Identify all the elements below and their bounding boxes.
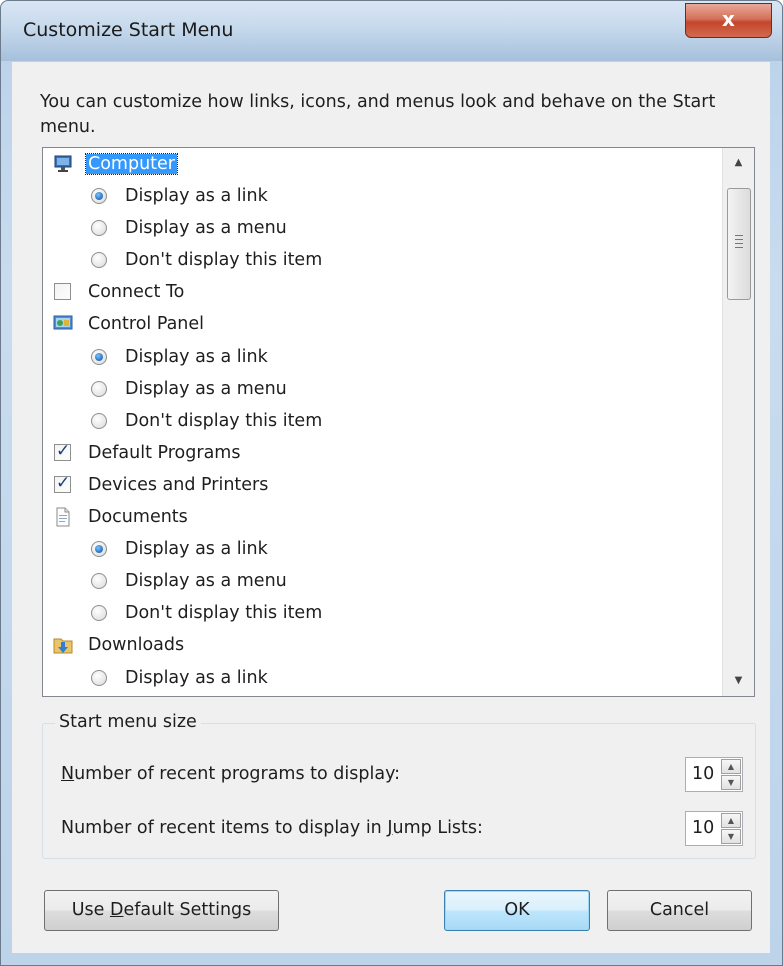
item-label: Devices and Printers: [88, 474, 269, 495]
recent-programs-label-post: umber of recent programs to display:: [74, 764, 401, 784]
scroll-up-arrow-icon[interactable]: ▲: [723, 148, 754, 178]
list-item[interactable]: Downloads: [43, 630, 721, 662]
item-label: Documents: [88, 507, 188, 528]
radio-button[interactable]: [91, 380, 107, 397]
item-label: Display as a link: [125, 667, 268, 688]
recent-programs-value[interactable]: 10: [692, 764, 714, 784]
spinner-buttons: ▲ ▼: [721, 813, 741, 844]
recent-items-value[interactable]: 10: [692, 818, 714, 838]
checkbox[interactable]: [54, 473, 71, 493]
cancel-button[interactable]: Cancel: [607, 890, 752, 931]
item-label: Computer: [85, 153, 178, 175]
use-default-settings-button[interactable]: Use Default Settings: [44, 890, 279, 931]
scroll-grip-icon: [735, 235, 743, 251]
spin-down-arrow-icon[interactable]: ▼: [721, 775, 741, 790]
default-settings-label-pre: Use: [71, 900, 110, 920]
item-label: Don't display this item: [125, 250, 323, 271]
start-menu-items-list[interactable]: Computer Display as a link Display as a me…: [42, 147, 755, 697]
computer-icon: [53, 154, 73, 174]
control-panel-icon: [53, 314, 73, 334]
radio-option[interactable]: Don't display this item: [43, 598, 721, 630]
close-button[interactable]: x: [685, 3, 772, 38]
recent-items-label-post: ump Lists:: [392, 818, 483, 838]
recent-items-spinner[interactable]: 10 ▲ ▼: [685, 811, 743, 846]
checkbox-option[interactable]: Default Programs: [43, 438, 721, 470]
checkbox-option[interactable]: Connect To: [43, 277, 721, 309]
recent-programs-spinner[interactable]: 10 ▲ ▼: [685, 757, 743, 792]
recent-items-label: Number of recent items to display in Jum…: [61, 818, 483, 838]
ok-button[interactable]: OK: [444, 890, 590, 931]
item-label: Control Panel: [88, 314, 205, 335]
item-label: Default Programs: [88, 442, 241, 463]
checkbox[interactable]: [54, 441, 71, 461]
default-settings-label-post: efault Settings: [123, 900, 252, 920]
radio-option[interactable]: Display as a link: [43, 534, 721, 566]
checkbox[interactable]: [54, 283, 71, 301]
recent-items-label-pre: Number of recent items to display in: [61, 818, 388, 838]
recent-programs-label: Number of recent programs to display:: [61, 764, 400, 784]
list-item[interactable]: Documents: [43, 502, 721, 534]
item-label: Connect To: [88, 282, 185, 303]
radio-button[interactable]: [91, 573, 107, 590]
scroll-thumb[interactable]: [727, 188, 751, 300]
item-label: Display as a link: [125, 539, 268, 560]
radio-option[interactable]: Display as a link: [43, 181, 721, 213]
radio-option[interactable]: Display as a link: [43, 342, 721, 374]
start-menu-size-group: Start menu size Number of recent program…: [42, 712, 756, 859]
radio-option[interactable]: Display as a menu: [43, 374, 721, 406]
downloads-icon: [53, 635, 73, 655]
item-label: Don't display this item: [125, 603, 323, 624]
radio-button[interactable]: [91, 541, 107, 558]
radio-button[interactable]: [91, 669, 107, 686]
group-label: Start menu size: [55, 712, 201, 732]
radio-option[interactable]: Don't display this item: [43, 406, 721, 438]
radio-button[interactable]: [91, 348, 107, 365]
list-item[interactable]: Computer: [43, 149, 721, 181]
spin-up-arrow-icon[interactable]: ▲: [721, 759, 741, 774]
documents-icon: [53, 507, 73, 527]
description-text: You can customize how links, icons, and …: [40, 92, 716, 137]
item-label: Don't display this item: [125, 410, 323, 431]
radio-button[interactable]: [91, 252, 107, 269]
default-settings-label-accel: D: [109, 900, 124, 920]
dialog-window: Customize Start Menu x You can customize…: [0, 0, 783, 966]
radio-option[interactable]: Display as a menu: [43, 213, 721, 245]
item-label: Display as a menu: [125, 218, 287, 239]
title-bar[interactable]: Customize Start Menu x: [1, 1, 782, 61]
window-title: Customize Start Menu: [23, 19, 234, 41]
spin-down-arrow-icon[interactable]: ▼: [721, 829, 741, 844]
checkbox-option[interactable]: Devices and Printers: [43, 470, 721, 502]
item-label: Display as a link: [125, 186, 268, 207]
list-items: Computer Display as a link Display as a me…: [43, 149, 721, 695]
dialog-client-area: You can customize how links, icons, and …: [12, 62, 770, 953]
spinner-buttons: ▲ ▼: [721, 759, 741, 790]
radio-option[interactable]: Display as a menu: [43, 566, 721, 598]
list-item[interactable]: Control Panel: [43, 309, 721, 341]
item-label: Display as a menu: [125, 378, 287, 399]
radio-button[interactable]: [91, 412, 107, 429]
radio-button[interactable]: [91, 220, 107, 237]
radio-option[interactable]: Don't display this item: [43, 245, 721, 277]
radio-option[interactable]: Display as a link: [43, 663, 721, 695]
item-label: Display as a link: [125, 346, 268, 367]
scroll-down-arrow-icon[interactable]: ▼: [723, 666, 754, 696]
vertical-scrollbar[interactable]: ▲ ▼: [722, 148, 754, 696]
radio-button[interactable]: [91, 605, 107, 622]
radio-button[interactable]: [91, 188, 107, 205]
spin-up-arrow-icon[interactable]: ▲: [721, 813, 741, 828]
recent-programs-label-accel: N: [61, 764, 75, 784]
item-label: Downloads: [88, 635, 185, 656]
item-label: Display as a menu: [125, 571, 287, 592]
